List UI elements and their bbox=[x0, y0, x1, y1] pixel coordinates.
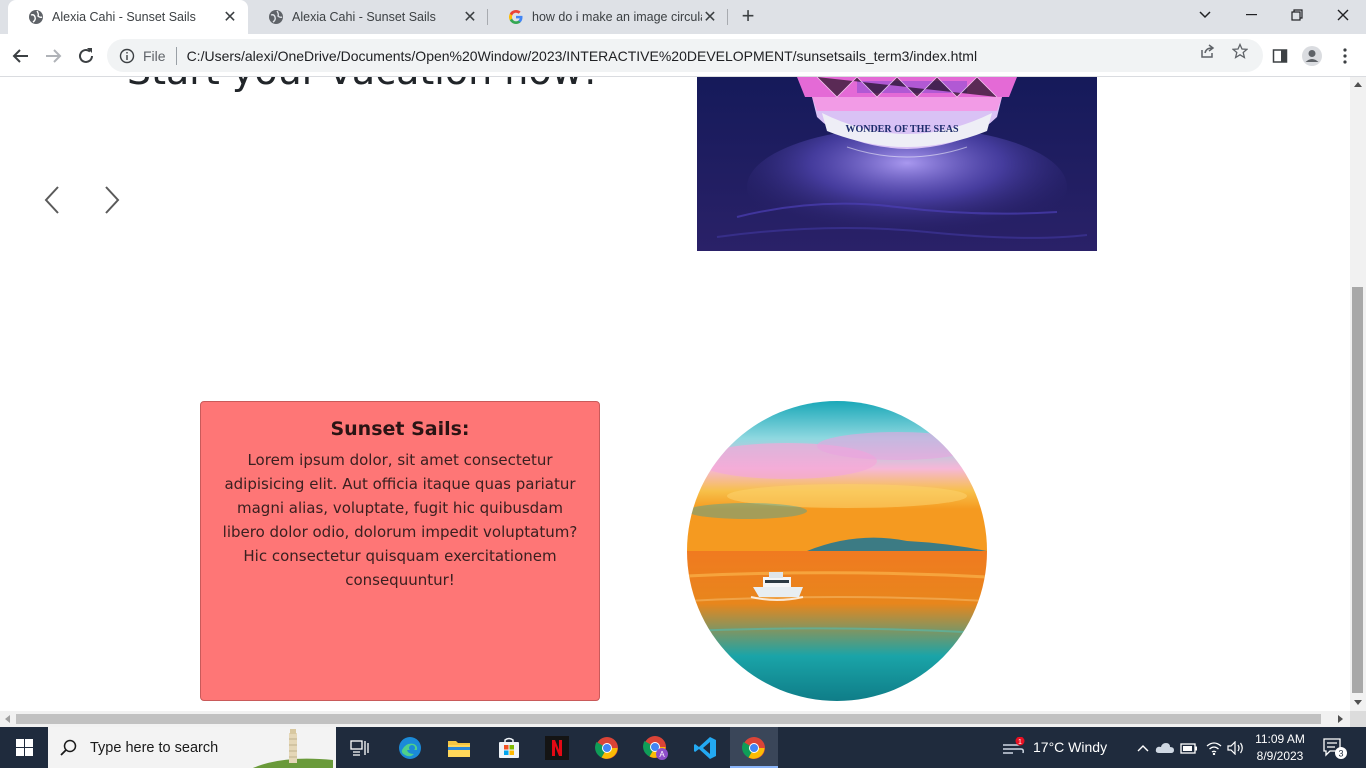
clock-date: 8/9/2023 bbox=[1256, 749, 1304, 763]
tab-2[interactable]: Alexia Cahi - Sunset Sails ✕ bbox=[248, 0, 488, 34]
netflix-icon[interactable] bbox=[542, 733, 572, 763]
taskbar-search[interactable]: Type here to search bbox=[48, 727, 336, 768]
weather-icon[interactable]: 1 bbox=[998, 733, 1028, 763]
hero-heading: Start your vacation now! bbox=[127, 77, 598, 93]
tab-title: how do i make an image circular bbox=[532, 10, 702, 24]
restore-button[interactable] bbox=[1274, 0, 1320, 30]
tab-separator bbox=[727, 9, 728, 25]
file-explorer-icon[interactable] bbox=[444, 733, 474, 763]
forward-button[interactable] bbox=[40, 43, 66, 69]
reload-icon bbox=[79, 48, 93, 63]
page-viewport: Start your vacation now! bbox=[0, 77, 1350, 711]
tab-strip: Alexia Cahi - Sunset Sails ✕ Alexia Cahi… bbox=[0, 0, 1366, 34]
arrow-right-icon bbox=[46, 49, 62, 63]
scroll-left-icon[interactable] bbox=[5, 715, 10, 723]
new-tab-button[interactable]: + bbox=[737, 3, 759, 28]
url-scheme: File bbox=[143, 47, 166, 64]
carousel-next-icon[interactable] bbox=[100, 185, 124, 215]
back-button[interactable] bbox=[8, 43, 34, 69]
tab-title: Alexia Cahi - Sunset Sails bbox=[292, 10, 436, 24]
tab-1[interactable]: Alexia Cahi - Sunset Sails ✕ bbox=[8, 0, 248, 34]
chrome-profile-icon[interactable]: A bbox=[641, 733, 671, 763]
start-button[interactable] bbox=[0, 727, 48, 768]
system-clock[interactable]: 11:09 AM 8/9/2023 bbox=[1248, 731, 1312, 765]
task-view-icon[interactable] bbox=[345, 733, 375, 763]
address-bar[interactable]: File C:/Users/alexi/OneDrive/Documents/O… bbox=[107, 39, 1263, 72]
notification-count: 3 bbox=[1338, 749, 1343, 759]
landmark-tower-icon bbox=[253, 729, 333, 768]
cruise-ship-image: WONDER OF THE SEAS bbox=[697, 77, 1097, 251]
close-tab-icon[interactable]: ✕ bbox=[462, 9, 478, 26]
reload-button[interactable] bbox=[73, 43, 99, 69]
minimize-button[interactable] bbox=[1228, 0, 1274, 30]
card-title: Sunset Sails: bbox=[330, 418, 470, 440]
globe-icon bbox=[269, 10, 283, 24]
vscode-icon[interactable] bbox=[690, 733, 720, 763]
volume-icon[interactable] bbox=[1221, 733, 1251, 763]
sunset-boat-circular-image bbox=[687, 401, 987, 701]
ship-name-text: WONDER OF THE SEAS bbox=[845, 124, 959, 135]
search-placeholder: Type here to search bbox=[90, 739, 219, 756]
tab-title: Alexia Cahi - Sunset Sails bbox=[52, 10, 196, 24]
menu-kebab-icon[interactable] bbox=[1332, 43, 1358, 69]
arrow-left-icon bbox=[12, 49, 28, 63]
browser-toolbar: File C:/Users/alexi/OneDrive/Documents/O… bbox=[0, 34, 1366, 77]
globe-icon bbox=[29, 10, 43, 24]
scroll-corner bbox=[1350, 711, 1366, 727]
chrome-active-icon[interactable] bbox=[739, 733, 769, 763]
windows-logo-icon bbox=[15, 739, 33, 756]
scroll-thumb[interactable] bbox=[1352, 287, 1363, 693]
search-icon bbox=[60, 739, 77, 756]
scroll-thumb[interactable] bbox=[16, 714, 1321, 724]
horizontal-scrollbar[interactable] bbox=[0, 711, 1350, 727]
chrome-icon[interactable] bbox=[592, 733, 622, 763]
url-text[interactable]: C:/Users/alexi/OneDrive/Documents/Open%2… bbox=[187, 48, 978, 64]
close-window-button[interactable] bbox=[1320, 0, 1366, 30]
share-icon[interactable] bbox=[1199, 42, 1217, 60]
scroll-down-icon[interactable] bbox=[1354, 700, 1362, 705]
microsoft-store-icon[interactable] bbox=[494, 733, 524, 763]
clock-time: 11:09 AM bbox=[1255, 732, 1305, 746]
svg-text:A: A bbox=[659, 750, 665, 759]
close-tab-icon[interactable]: ✕ bbox=[222, 9, 238, 26]
google-icon bbox=[509, 10, 523, 24]
url-separator bbox=[175, 46, 177, 65]
tab-search-icon[interactable] bbox=[1182, 0, 1228, 30]
weather-badge: 1 bbox=[1018, 739, 1022, 746]
scroll-right-icon[interactable] bbox=[1338, 715, 1343, 723]
info-icon[interactable] bbox=[119, 48, 135, 64]
sunset-sails-card: Sunset Sails: Lorem ipsum dolor, sit ame… bbox=[200, 401, 600, 701]
close-tab-icon[interactable]: ✕ bbox=[702, 9, 718, 26]
bookmark-star-icon[interactable] bbox=[1231, 42, 1249, 60]
vertical-scrollbar[interactable] bbox=[1350, 77, 1366, 711]
side-panel-icon[interactable] bbox=[1267, 43, 1293, 69]
tab-3[interactable]: how do i make an image circular ✕ bbox=[488, 0, 728, 34]
carousel-prev-icon[interactable] bbox=[40, 185, 64, 215]
weather-text[interactable]: 17°C Windy bbox=[1033, 739, 1107, 755]
profile-avatar-icon[interactable] bbox=[1299, 43, 1325, 69]
scroll-up-icon[interactable] bbox=[1354, 82, 1362, 87]
notification-center-icon[interactable]: 3 bbox=[1320, 733, 1350, 763]
windows-taskbar: Type here to search A 1 17°C Windy 11:09… bbox=[0, 727, 1366, 768]
card-body: Lorem ipsum dolor, sit amet consectetur … bbox=[222, 451, 578, 589]
edge-browser-icon[interactable] bbox=[395, 733, 425, 763]
